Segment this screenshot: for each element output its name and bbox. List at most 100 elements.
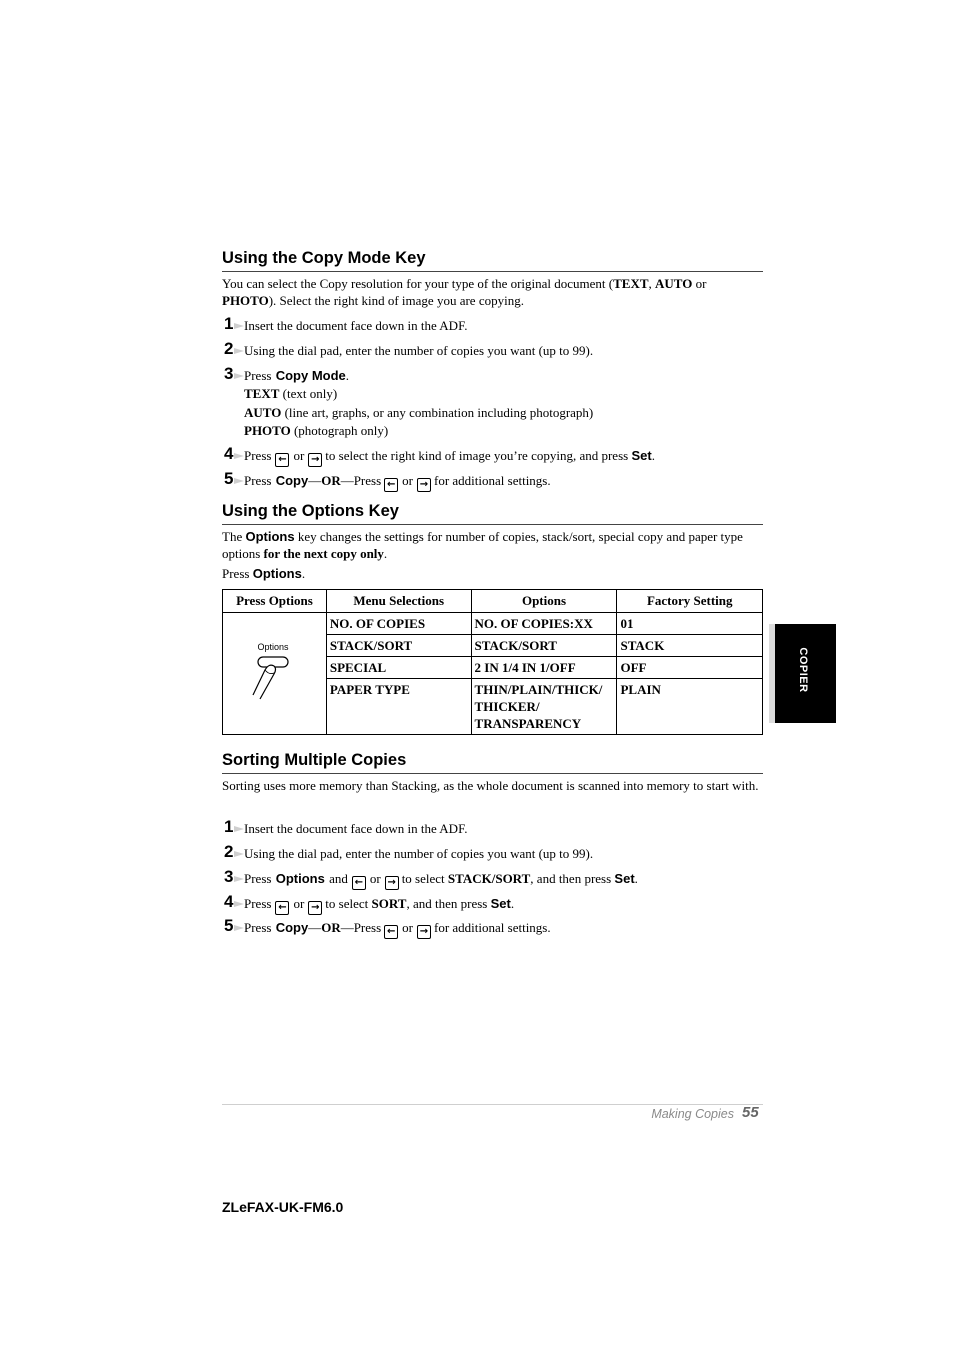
step-number: 4 (224, 444, 234, 463)
step-number: 3 (224, 867, 234, 886)
mode-name: PHOTO (244, 423, 291, 438)
intro-text: The (222, 529, 246, 544)
mode-name: AUTO (244, 405, 282, 420)
intro-text: You can select the Copy resolution for y… (222, 276, 614, 291)
step-text-mid: to select (325, 896, 372, 911)
options-key-label: Options (245, 529, 295, 544)
header-press-options: Press Options (222, 589, 327, 613)
or-text: or (293, 448, 305, 463)
step-arrow-icon (234, 453, 244, 459)
mode-desc: (line art, graphs, or any combination in… (281, 405, 594, 420)
or-text: or (369, 871, 381, 886)
step-number: 1 (224, 817, 234, 836)
options-key-label: Options (275, 871, 325, 886)
step-arrow-icon (234, 323, 244, 329)
step-number: 2 (224, 339, 234, 358)
step-arrow-icon (234, 373, 244, 379)
cell-factory: OFF (616, 656, 763, 679)
options-button-caption: Options (258, 642, 290, 652)
intro-text: options (222, 545, 264, 561)
mode-photo: PHOTO (222, 292, 269, 308)
or-text: or (293, 896, 305, 911)
copy-mode-intro: You can select the Copy resolution for y… (222, 276, 763, 309)
table-row: Options NO. OF COPIES NO. OF COPIES:XX 0… (222, 612, 763, 735)
press-options-illustration: Options (222, 612, 327, 735)
step-arrow-icon (234, 478, 244, 484)
step-arrow-icon (234, 851, 244, 857)
cell-menu: NO. OF COPIES (325, 612, 472, 635)
step-number: 5 (224, 916, 234, 935)
step-text: Press Copy—OR—Press ← or → for additional se… (244, 472, 551, 492)
right-arrow-key-icon: → (308, 453, 323, 467)
press-text: Press (222, 566, 253, 581)
mode-name: TEXT (244, 386, 280, 401)
step-number: 1 (224, 314, 234, 333)
step-arrow-icon (234, 876, 244, 882)
right-arrow-key-icon: → (308, 901, 323, 915)
footer-divider (222, 1104, 763, 1105)
cell-factory: STACK (616, 634, 763, 657)
left-arrow-key-icon: ← (384, 925, 399, 939)
left-arrow-key-icon: ← (384, 478, 399, 492)
and-text: and (325, 871, 348, 886)
right-arrow-key-icon: → (384, 876, 399, 890)
cell-menu: STACK/SORT (325, 634, 472, 657)
left-arrow-key-icon: ← (351, 876, 366, 890)
header-factory-setting: Factory Setting (616, 589, 763, 613)
document-id: ZLeFAX-UK-FM6.0 (222, 1199, 344, 1215)
cell-options: THIN/PLAIN/THICK/ THICKER/ TRANSPARENCY (470, 678, 618, 735)
step-text-mid: to select (401, 871, 448, 886)
intro-bold: for the next copy only (263, 545, 384, 561)
or-text: or (402, 920, 413, 935)
cell-options: NO. OF COPIES:XX (470, 612, 618, 635)
cell-menu: PAPER TYPE (325, 678, 472, 735)
left-arrow-key-icon: ← (275, 901, 290, 915)
step-text-post: . (651, 448, 655, 463)
section-title-copy-mode: Using the Copy Mode Key (222, 248, 763, 272)
mode-auto: AUTO (655, 276, 693, 291)
step-text-post: . (345, 368, 350, 383)
set-key-label: Set (614, 871, 635, 886)
tab-edge (769, 624, 775, 723)
sorting-intro: Sorting uses more memory than Stacking, … (222, 778, 759, 793)
dash: — (308, 920, 322, 935)
left-arrow-key-icon: ← (275, 453, 290, 467)
step-text-pre: Press (244, 473, 275, 488)
section-title-sorting: Sorting Multiple Copies (222, 750, 763, 774)
step-number: 3 (224, 364, 234, 383)
set-key-label: Set (631, 448, 652, 463)
step-arrow-icon (234, 826, 244, 832)
page-number: 55 (742, 1104, 759, 1121)
step-number: 5 (224, 469, 234, 488)
step-text-pre: Press (244, 896, 272, 911)
mode-option-auto: AUTO (line art, graphs, or any combinati… (244, 404, 593, 422)
dash-press: —Press (340, 920, 382, 935)
step-text: Press ← or → to select SORT, and then press … (244, 895, 514, 915)
cell-factory: 01 (616, 612, 763, 635)
intro-or: or (692, 276, 707, 291)
section-title-options: Using the Options Key (222, 501, 763, 525)
copy-key-label: Copy (275, 920, 309, 935)
table-header-row: Press Options Menu Selections Options Fa… (222, 589, 763, 613)
mode-desc: (photograph only) (290, 423, 389, 438)
copy-key-label: Copy (275, 473, 309, 488)
step-arrow-icon (234, 348, 244, 354)
intro-text-end: . (383, 545, 388, 561)
cell-factory: PLAIN (616, 678, 763, 735)
step-arrow-icon (234, 901, 244, 907)
cell-options: STACK/SORT (470, 634, 618, 657)
chapter-tab-label: COPIER (797, 647, 809, 693)
chapter-side-tab: COPIER (769, 624, 836, 723)
stack-sort-label: STACK/SORT (447, 871, 531, 886)
dash: — (308, 473, 322, 488)
step-text: Press ← or → to select the right kind of ima… (244, 447, 655, 467)
step-text: Press Copy—OR—Press ← or → for additional se… (244, 919, 551, 939)
step-number: 2 (224, 842, 234, 861)
dash-press: —Press (340, 473, 382, 488)
right-arrow-key-icon: → (417, 925, 431, 939)
step-arrow-icon (234, 925, 244, 931)
mode-option-photo: PHOTO (photograph only) (244, 422, 388, 440)
header-options: Options (470, 589, 618, 613)
or-bold: OR (321, 920, 341, 935)
step-number: 4 (224, 892, 234, 911)
